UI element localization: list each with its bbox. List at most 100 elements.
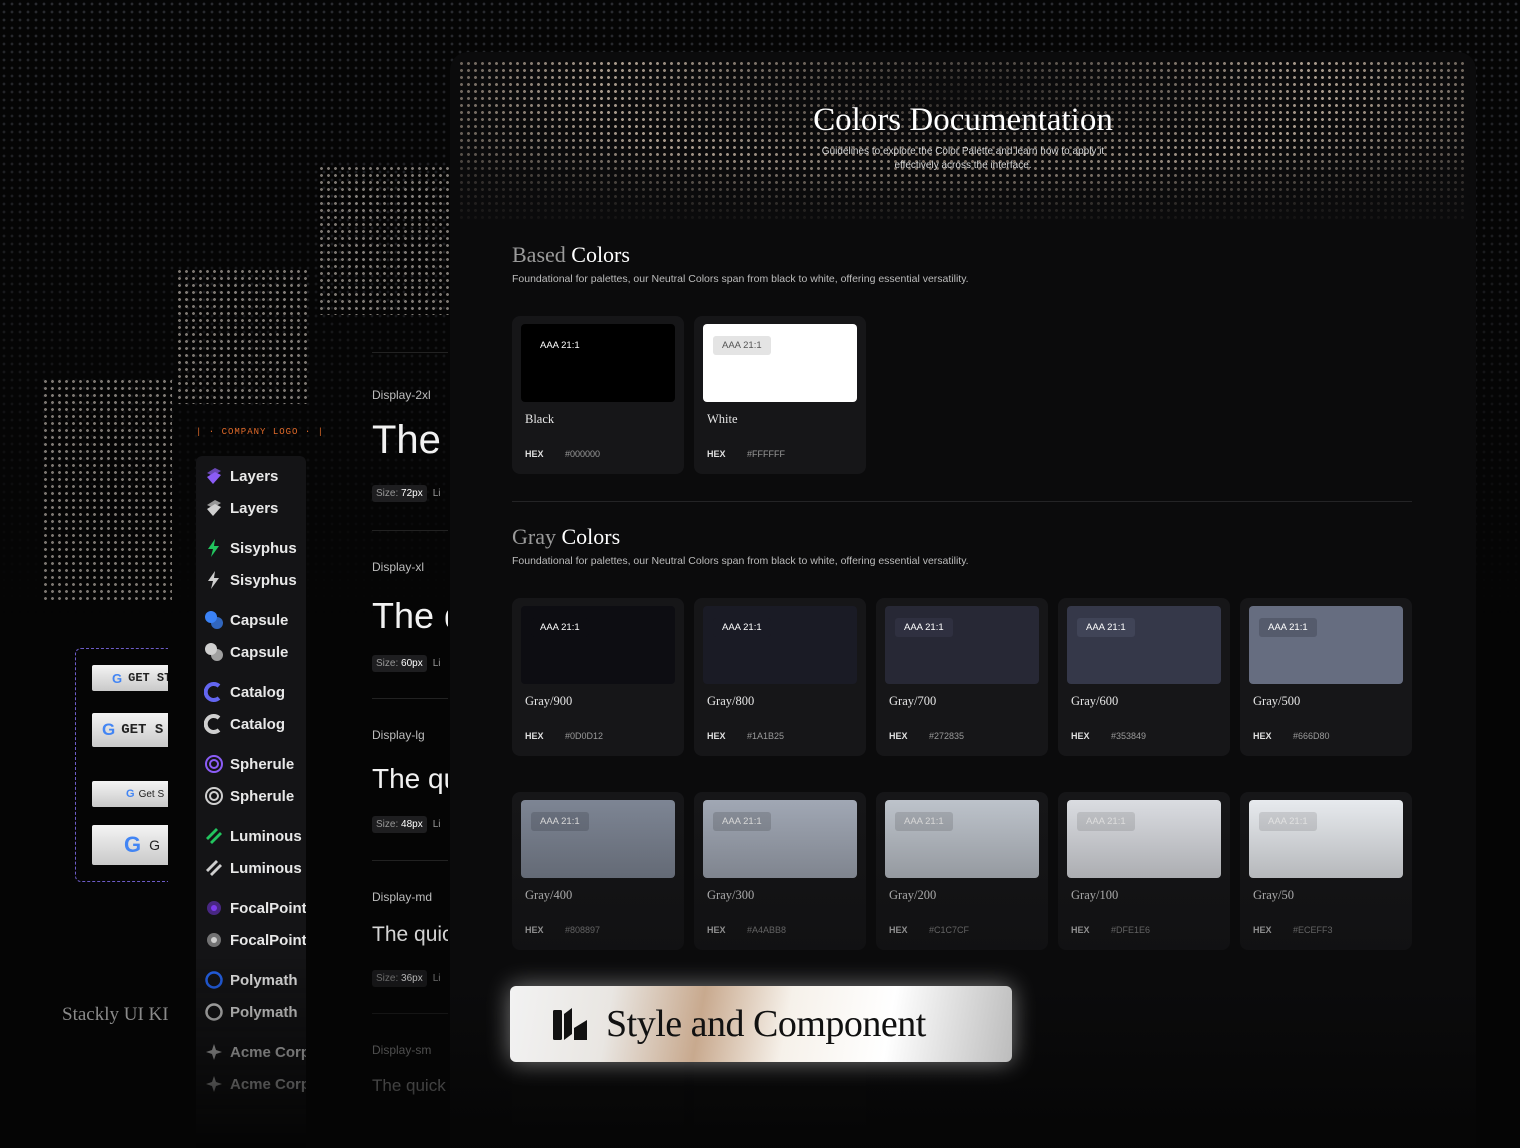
- capsule-icon: [204, 610, 224, 630]
- logo-item[interactable]: Luminous: [204, 858, 302, 878]
- google-signin-button[interactable]: G GET ST: [92, 665, 168, 691]
- color-card[interactable]: AAA 21:1 Gray/300 HEX #A4ABB8: [694, 792, 866, 950]
- google-signin-button[interactable]: GG: [92, 825, 168, 865]
- contrast-badge: AAA 21:1: [1259, 618, 1317, 637]
- color-card[interactable]: AAA 21:1 Gray/600 HEX #353849: [1058, 598, 1230, 756]
- contrast-badge: AAA 21:1: [1077, 618, 1135, 637]
- logo-item[interactable]: FocalPoint: [204, 898, 307, 918]
- hex-value[interactable]: #C1C7CF: [929, 925, 969, 935]
- logo-label: Luminous: [230, 859, 302, 877]
- color-card[interactable]: AAA 21:1 Gray/700 HEX #272835: [876, 598, 1048, 756]
- banner-title: Style and Component: [606, 1003, 926, 1045]
- logo-item[interactable]: Polymath: [204, 1002, 298, 1022]
- logo-item[interactable]: Capsule: [204, 610, 288, 630]
- button-label: GET S: [121, 722, 164, 738]
- acme-icon: [204, 1042, 224, 1062]
- hex-value[interactable]: #272835: [929, 731, 964, 741]
- logo-item[interactable]: Capsule: [204, 642, 288, 662]
- logo-item[interactable]: Layers: [204, 498, 278, 518]
- type-size-info: Size: 60px Li: [372, 655, 441, 672]
- polymath-icon: [204, 1002, 224, 1022]
- hex-value[interactable]: #0D0D12: [565, 731, 603, 741]
- dot-pattern-panel: [318, 165, 450, 315]
- section-title-gray: Gray Colors: [512, 524, 620, 550]
- contrast-badge: AAA 21:1: [713, 336, 771, 355]
- hex-label: HEX: [525, 731, 544, 741]
- focalpoint-icon: [204, 930, 224, 950]
- contrast-badge: AAA 21:1: [1077, 812, 1135, 831]
- color-name: White: [707, 412, 738, 426]
- type-style-label: Display-2xl: [372, 388, 431, 402]
- button-label: GET ST: [128, 671, 168, 685]
- logo-item[interactable]: Polymath: [204, 970, 298, 990]
- colors-documentation-panel: Colors Documentation Guidelines to explo…: [450, 52, 1476, 1148]
- logo-item[interactable]: Spherule: [204, 786, 294, 806]
- color-swatch: AAA 21:1: [1067, 800, 1221, 878]
- luminous-icon: [204, 858, 224, 878]
- contrast-badge: AAA 21:1: [1259, 812, 1317, 831]
- size-label: Size:: [376, 488, 399, 499]
- logo-item[interactable]: Layers: [204, 466, 278, 486]
- logo-item[interactable]: FocalPoint: [204, 930, 307, 950]
- section-title-light: Based: [512, 242, 566, 267]
- type-size-info: Size: 48px Li: [372, 816, 441, 833]
- color-swatch: AAA 21:1: [885, 606, 1039, 684]
- color-card[interactable]: AAA 21:1 Black HEX #000000: [512, 316, 684, 474]
- section-title-strong: Colors: [561, 524, 621, 549]
- color-card[interactable]: AAA 21:1 Gray/100 HEX #DFE1E6: [1058, 792, 1230, 950]
- typography-column: Display-2xl The Size: 72px Li Display-xl The …: [372, 330, 448, 1148]
- logo-item[interactable]: Luminous: [204, 826, 302, 846]
- color-card[interactable]: AAA 21:1 Gray/900 HEX #0D0D12: [512, 598, 684, 756]
- color-name: Gray/200: [889, 888, 937, 902]
- google-signin-button[interactable]: G GET S: [92, 713, 168, 747]
- logo-item[interactable]: Acme Corp: [204, 1042, 310, 1062]
- catalog-icon: [204, 714, 224, 734]
- color-card[interactable]: AAA 21:1 White HEX #FFFFFF: [694, 316, 866, 474]
- section-description-gray: Foundational for palettes, our Neutral C…: [512, 555, 969, 567]
- typography-divider: [372, 860, 448, 861]
- size-chip: Size: 36px: [372, 970, 427, 987]
- logo-label: Polymath: [230, 1003, 298, 1021]
- typography-divider: [372, 698, 448, 699]
- hex-label: HEX: [525, 925, 544, 935]
- color-swatch: AAA 21:1: [521, 606, 675, 684]
- logo-label: Acme Corp: [230, 1075, 311, 1093]
- google-signin-button[interactable]: G Get S: [92, 781, 168, 807]
- logo-item[interactable]: Catalog: [204, 682, 285, 702]
- color-card[interactable]: AAA 21:1 Gray/400 HEX #808897: [512, 792, 684, 950]
- section-divider: [512, 501, 1412, 502]
- google-icon: G: [102, 720, 116, 739]
- logo-item[interactable]: Spherule: [204, 754, 294, 774]
- line-height-label: Li: [432, 488, 441, 499]
- bolt-icon: [204, 538, 224, 558]
- size-label: Size:: [376, 819, 399, 830]
- type-style-label: Display-md: [372, 890, 433, 904]
- hex-value[interactable]: #FFFFFF: [747, 449, 785, 459]
- hex-value[interactable]: #ECEFF3: [1293, 925, 1333, 935]
- logo-label: Capsule: [230, 611, 289, 629]
- hero-fade: [450, 52, 1476, 232]
- type-sample: The qu: [372, 763, 448, 794]
- hex-value[interactable]: #A4ABB8: [747, 925, 786, 935]
- size-chip: Size: 48px: [372, 816, 427, 833]
- hex-value[interactable]: #353849: [1111, 731, 1146, 741]
- color-card[interactable]: AAA 21:1 Gray/50 HEX #ECEFF3: [1240, 792, 1412, 950]
- size-label: Size:: [376, 973, 399, 984]
- color-swatch: AAA 21:1: [1249, 800, 1403, 878]
- logo-item[interactable]: Catalog: [204, 714, 285, 734]
- hex-value[interactable]: #808897: [565, 925, 600, 935]
- color-card[interactable]: AAA 21:1 Gray/200 HEX #C1C7CF: [876, 792, 1048, 950]
- logo-item[interactable]: Acme Corp: [204, 1074, 310, 1094]
- hex-value[interactable]: #DFE1E6: [1111, 925, 1150, 935]
- color-card[interactable]: AAA 21:1 Gray/500 HEX #666D80: [1240, 598, 1412, 756]
- hex-value[interactable]: #666D80: [1293, 731, 1330, 741]
- color-card[interactable]: AAA 21:1 Gray/800 HEX #1A1B25: [694, 598, 866, 756]
- size-chip: Size: 60px: [372, 655, 427, 672]
- logo-item[interactable]: Sisyphus: [204, 538, 297, 558]
- logo-item[interactable]: Sisyphus: [204, 570, 297, 590]
- size-value: 72px: [401, 488, 423, 499]
- page-subtitle: Guidelines to explore the Color Palette …: [821, 146, 1105, 171]
- hex-value[interactable]: #000000: [565, 449, 600, 459]
- hex-label: HEX: [889, 925, 908, 935]
- hex-value[interactable]: #1A1B25: [747, 731, 784, 741]
